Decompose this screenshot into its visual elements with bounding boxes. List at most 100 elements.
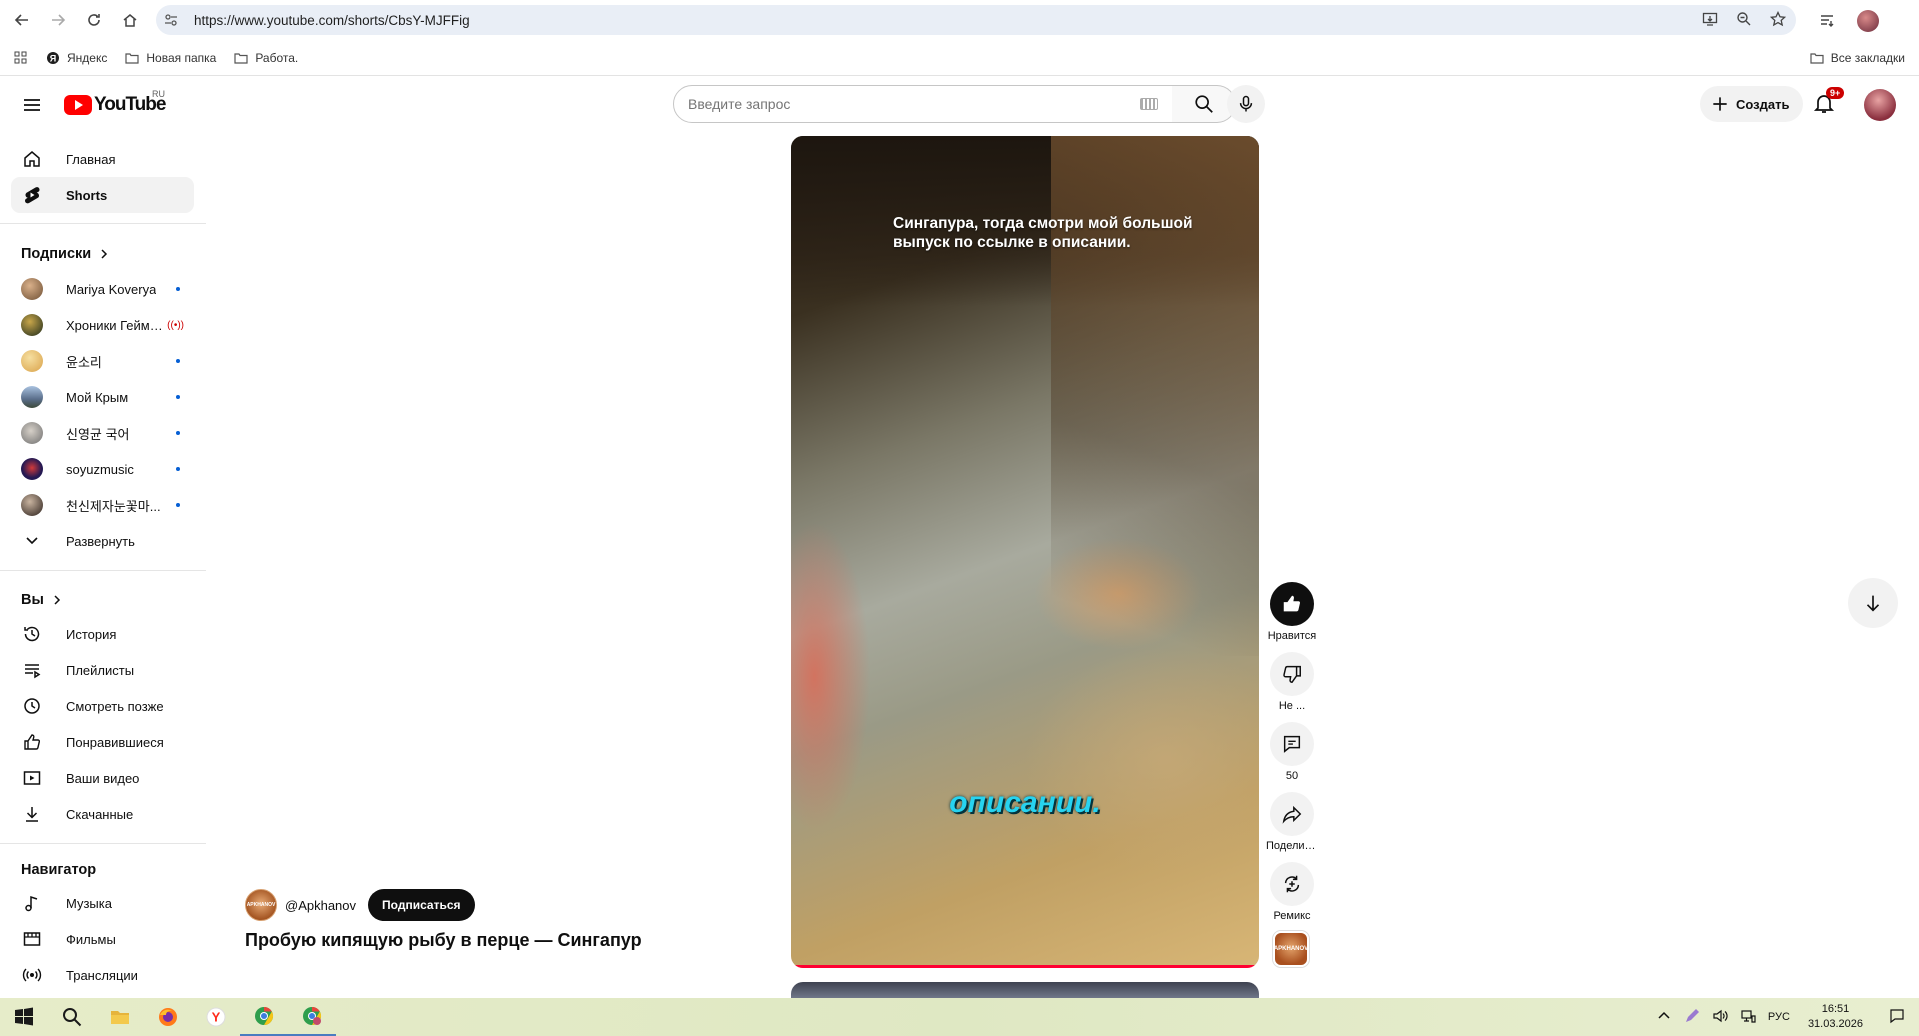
sidebar-divider: [0, 570, 206, 571]
subscription-channel[interactable]: Хроники Гейме... ((•)): [11, 307, 194, 343]
chevron-right-icon: [54, 595, 60, 605]
notifications-badge: 9+: [1826, 87, 1845, 99]
forward-icon[interactable]: [44, 6, 72, 34]
reload-icon[interactable]: [80, 6, 108, 34]
address-bar[interactable]: https://www.youtube.com/shorts/CbsY-MJFF…: [156, 5, 1796, 35]
create-button[interactable]: Создать: [1700, 86, 1804, 122]
network-icon[interactable]: [1740, 1008, 1756, 1027]
youtube-header: YouTube RU Создать 9+: [0, 77, 1919, 133]
channel-avatar: [21, 314, 43, 336]
like-button[interactable]: Нравится: [1266, 582, 1318, 642]
subscriptions-heading[interactable]: Подписки: [21, 246, 109, 262]
subscription-channel[interactable]: soyuzmusic: [11, 451, 194, 487]
apps-grid-icon[interactable]: [14, 51, 28, 65]
folder-icon: [125, 52, 139, 64]
voice-search-button[interactable]: [1227, 85, 1265, 123]
menu-icon[interactable]: [20, 93, 44, 117]
sidebar-item-music[interactable]: Музыка: [11, 885, 194, 921]
youtube-logo[interactable]: YouTube: [64, 94, 166, 116]
next-short-button[interactable]: [1848, 578, 1898, 628]
video-progress-bar[interactable]: [791, 965, 1259, 968]
folder-icon: [234, 52, 248, 64]
video-title[interactable]: Пробую кипящую рыбу в перце — Сингапур .…: [245, 930, 645, 951]
channel-row: APKHANOV @Apkhanov Подписаться: [245, 889, 475, 921]
sidebar-item-home[interactable]: Главная: [11, 141, 194, 177]
next-short-preview[interactable]: [791, 982, 1259, 998]
downloads-icon: [21, 803, 43, 825]
shorts-video-player[interactable]: Сингапура, тогда смотри мой большой выпу…: [791, 136, 1259, 968]
history-icon: [21, 623, 43, 645]
movies-icon: [21, 928, 43, 950]
subscription-channel[interactable]: 신영균 국어: [11, 415, 194, 451]
reading-list-icon[interactable]: [1819, 12, 1835, 31]
sidebar-item-history[interactable]: История: [11, 616, 194, 652]
comment-icon: [1270, 722, 1314, 766]
subscription-channel[interactable]: 윤소리: [11, 343, 194, 379]
system-tray: РУС 16:51 31.03.2026: [1656, 998, 1919, 1036]
all-bookmarks[interactable]: Все закладки: [1810, 51, 1905, 65]
subscription-channel[interactable]: 천신제자눈꽃마...: [11, 487, 194, 523]
clock[interactable]: 16:51 31.03.2026: [1808, 1002, 1863, 1032]
file-explorer-icon[interactable]: [96, 998, 144, 1036]
sidebar-item-shorts[interactable]: Shorts: [11, 177, 194, 213]
search-icon: [1194, 95, 1213, 113]
sidebar-item-movies[interactable]: Фильмы: [11, 921, 194, 957]
notifications-button[interactable]: 9+: [1812, 87, 1845, 119]
sidebar-item-downloads[interactable]: Скачанные: [11, 796, 194, 832]
keyboard-icon[interactable]: [1140, 98, 1158, 110]
sidebar-item-liked[interactable]: Понравившиеся: [11, 724, 194, 760]
video-subtitle: описании.: [949, 786, 1101, 819]
you-heading[interactable]: Вы: [21, 592, 62, 608]
channel-thumbnail[interactable]: APKHANOV: [1273, 931, 1309, 967]
expand-subscriptions[interactable]: Развернуть: [11, 523, 194, 559]
sidebar-item-playlists[interactable]: Плейлисты: [11, 652, 194, 688]
search-input[interactable]: [688, 96, 1108, 112]
install-app-icon[interactable]: [1702, 11, 1718, 30]
new-content-dot: [176, 395, 180, 399]
windows-taskbar: Y РУС 16:51 31.03.2026: [0, 998, 1919, 1036]
back-icon[interactable]: [8, 6, 36, 34]
remix-button[interactable]: Ремикс: [1266, 862, 1318, 922]
account-avatar[interactable]: [1864, 89, 1896, 121]
browser-profile-avatar[interactable]: [1857, 10, 1879, 32]
firefox-icon[interactable]: [144, 998, 192, 1036]
channel-name[interactable]: @Apkhanov: [285, 898, 356, 913]
search-box: [673, 85, 1173, 123]
share-button[interactable]: Поделить...: [1266, 792, 1318, 852]
volume-icon[interactable]: [1712, 1008, 1728, 1027]
chevron-down-icon: [21, 530, 43, 552]
bookmark-yandex[interactable]: Я Яндекс: [46, 51, 107, 65]
input-language[interactable]: РУС: [1768, 1011, 1790, 1023]
country-code: RU: [152, 89, 165, 99]
sidebar-item-watch-later[interactable]: Смотреть позже: [11, 688, 194, 724]
search-icon[interactable]: [48, 998, 96, 1036]
chrome-profile-icon[interactable]: [288, 998, 336, 1036]
svg-text:Я: Я: [50, 53, 56, 63]
channel-avatar: [21, 386, 43, 408]
chevron-right-icon: [101, 249, 108, 259]
microphone-icon: [1239, 95, 1253, 112]
notification-center-icon[interactable]: [1889, 1008, 1905, 1027]
subscribe-button[interactable]: Подписаться: [368, 889, 475, 921]
yandex-browser-icon[interactable]: Y: [192, 998, 240, 1036]
zoom-icon[interactable]: [1736, 11, 1752, 30]
comments-button[interactable]: 50: [1266, 722, 1318, 782]
youtube-play-icon: [64, 95, 92, 115]
bookmark-star-icon[interactable]: [1769, 10, 1787, 30]
sidebar-item-live[interactable]: Трансляции: [11, 957, 194, 993]
chrome-icon[interactable]: [240, 998, 288, 1036]
subscription-channel[interactable]: Mariya Koverya: [11, 271, 194, 307]
bookmark-folder-work[interactable]: Работа.: [234, 51, 298, 65]
chevron-up-icon[interactable]: [1656, 1008, 1672, 1027]
folder-icon: [1810, 52, 1824, 64]
pen-icon[interactable]: [1684, 1008, 1700, 1027]
channel-avatar[interactable]: APKHANOV: [245, 889, 277, 921]
bookmark-folder-new[interactable]: Новая папка: [125, 51, 216, 65]
url-text[interactable]: https://www.youtube.com/shorts/CbsY-MJFF…: [194, 13, 470, 28]
subscription-channel[interactable]: Мой Крым: [11, 379, 194, 415]
home-page-icon[interactable]: [116, 6, 144, 34]
sidebar-item-your-videos[interactable]: Ваши видео: [11, 760, 194, 796]
site-settings-icon[interactable]: [156, 13, 186, 27]
dislike-button[interactable]: Не ...: [1266, 652, 1318, 712]
windows-start-icon[interactable]: [0, 998, 48, 1036]
